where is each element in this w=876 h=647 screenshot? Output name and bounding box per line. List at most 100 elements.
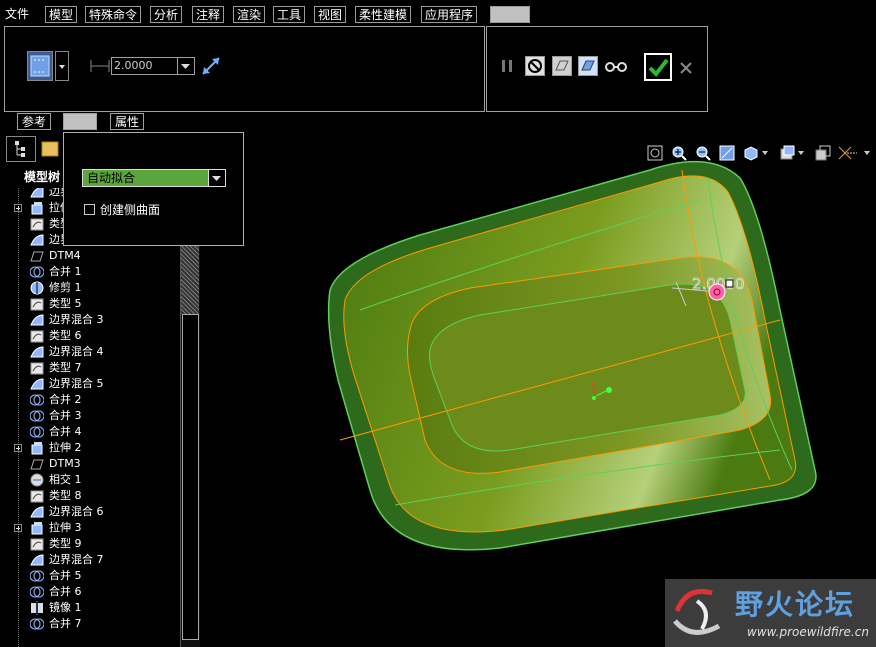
menu-annotate[interactable]: 注释	[192, 6, 225, 23]
flip-direction-icon[interactable]	[199, 54, 223, 78]
tree-item-label: 合并 5	[49, 569, 82, 582]
chevron-down-icon[interactable]	[863, 149, 871, 157]
merge-icon	[30, 410, 44, 422]
expand-icon[interactable]	[14, 204, 22, 212]
pause-icon[interactable]	[499, 58, 515, 74]
tree-item-label: 合并 6	[49, 585, 82, 598]
tree-item-label: 拉伸 2	[49, 441, 82, 454]
tree-icon	[15, 141, 25, 157]
model-viewport[interactable]: 2.0000	[300, 150, 840, 570]
drag-handle-square-icon[interactable]	[725, 279, 734, 288]
menu-tools[interactable]: 工具	[273, 6, 306, 23]
csys-origin-icon	[606, 387, 612, 393]
merge-icon	[30, 394, 44, 406]
menu-active-feature[interactable]	[490, 6, 530, 23]
chevron-down-icon	[212, 176, 221, 181]
menu-bar: 文件 模型 特殊命令 分析 注释 渲染 工具 视图 柔性建模 应用程序	[0, 0, 876, 26]
tree-item-label: 相交 1	[49, 473, 82, 486]
menu-analysis[interactable]: 分析	[150, 6, 183, 23]
fit-type-dropdown[interactable]	[208, 170, 225, 186]
expand-icon[interactable]	[14, 524, 22, 532]
menu-special-commands[interactable]: 特殊命令	[85, 6, 142, 23]
boundary-blend-icon	[30, 554, 44, 566]
extrude-icon	[31, 202, 43, 215]
merge-icon	[30, 426, 44, 438]
datum-plane-icon	[30, 459, 44, 470]
tree-item-label: 边界混合 7	[49, 553, 104, 566]
menu-applications[interactable]: 应用程序	[421, 6, 478, 23]
tree-item-label: 类型 7	[49, 361, 82, 374]
menu-view[interactable]: 视图	[314, 6, 347, 23]
folder-browser-tab[interactable]	[38, 136, 64, 162]
trim-icon	[30, 281, 44, 295]
datum-display-icon[interactable]	[837, 145, 859, 161]
boundary-blend-icon	[30, 188, 44, 198]
style-icon	[30, 490, 44, 503]
cancel-icon[interactable]	[679, 61, 693, 75]
tab-properties[interactable]: 属性	[110, 113, 145, 130]
offset-type-icon	[30, 55, 50, 77]
tree-item-label: 类型 9	[49, 537, 82, 550]
chevron-down-icon	[59, 65, 65, 69]
create-side-surface-label: 创建侧曲面	[100, 203, 161, 217]
boundary-blend-icon	[30, 234, 44, 246]
tree-item-label: DTM3	[49, 457, 81, 470]
model-tree-tab[interactable]	[6, 136, 36, 162]
drag-handle-icon[interactable]	[708, 283, 726, 301]
watermark-title: 野火论坛	[735, 588, 856, 621]
apply-button[interactable]	[644, 53, 672, 81]
chevron-down-icon	[181, 64, 190, 69]
scrollbar-thumb[interactable]	[182, 314, 199, 640]
depth-dropdown[interactable]	[177, 58, 194, 74]
tab-references[interactable]: 参考	[17, 113, 52, 130]
tree-item-label: 边界混合 4	[49, 345, 104, 358]
menu-flexible-modeling[interactable]: 柔性建模	[355, 6, 412, 23]
tree-item-label: 修剪 1	[49, 281, 82, 294]
style-icon	[30, 538, 44, 551]
menu-file[interactable]: 文件	[2, 6, 33, 23]
tree-item-label: 合并 3	[49, 409, 82, 422]
geometry-preview-icon[interactable]	[552, 56, 572, 76]
tree-item-label: DTM4	[49, 249, 81, 262]
boundary-blend-icon	[30, 378, 44, 390]
glasses-icon[interactable]	[604, 59, 628, 73]
csys-point-icon	[592, 396, 596, 400]
tree-item-label: 边界混合 6	[49, 505, 104, 518]
expand-icon[interactable]	[14, 444, 22, 452]
create-side-surface-checkbox[interactable]	[84, 204, 95, 215]
watermark: 野火论坛 www.proewildfire.cn	[665, 579, 876, 647]
mirror-icon	[31, 601, 43, 615]
style-icon	[30, 330, 44, 343]
extrude-icon	[31, 442, 43, 455]
merge-icon	[30, 586, 44, 598]
tree-item-label: 镜像 1	[49, 601, 82, 614]
verify-mode-icon[interactable]	[578, 56, 598, 76]
offset-type-button[interactable]	[27, 51, 53, 81]
depth-value-field[interactable]: 2.0000	[111, 57, 195, 75]
tree-item-label: 类型 8	[49, 489, 82, 502]
tree-item-label: 边界混合 3	[49, 313, 104, 326]
tree-item-label: 类型 6	[49, 329, 82, 342]
dashboard-controls	[486, 26, 708, 112]
intersect-icon	[30, 473, 44, 487]
model-tree-title: 模型树	[24, 170, 61, 184]
no-preview-icon[interactable]	[525, 56, 545, 76]
offset-type-dropdown[interactable]	[55, 51, 69, 81]
model-tree-scrollbar[interactable]	[180, 186, 200, 647]
boundary-blend-icon	[30, 346, 44, 358]
tree-item-label: 合并 4	[49, 425, 82, 438]
feature-dashboard: 2.0000	[4, 26, 485, 112]
style-icon	[30, 362, 44, 375]
merge-icon	[30, 570, 44, 582]
style-icon	[30, 298, 44, 311]
tree-item-label: 合并 2	[49, 393, 82, 406]
fit-type-value: 自动拟合	[87, 171, 136, 185]
tree-item-label: 边界混合 5	[49, 377, 104, 390]
depth-value-text: 2.0000	[114, 59, 153, 72]
tree-item-label: 合并 1	[49, 265, 82, 278]
menu-model[interactable]: 模型	[45, 6, 78, 23]
menu-render[interactable]: 渲染	[233, 6, 266, 23]
tab-options[interactable]: 选项	[63, 113, 98, 130]
fit-type-select[interactable]: 自动拟合	[82, 169, 226, 187]
forum-logo-icon	[673, 589, 721, 635]
